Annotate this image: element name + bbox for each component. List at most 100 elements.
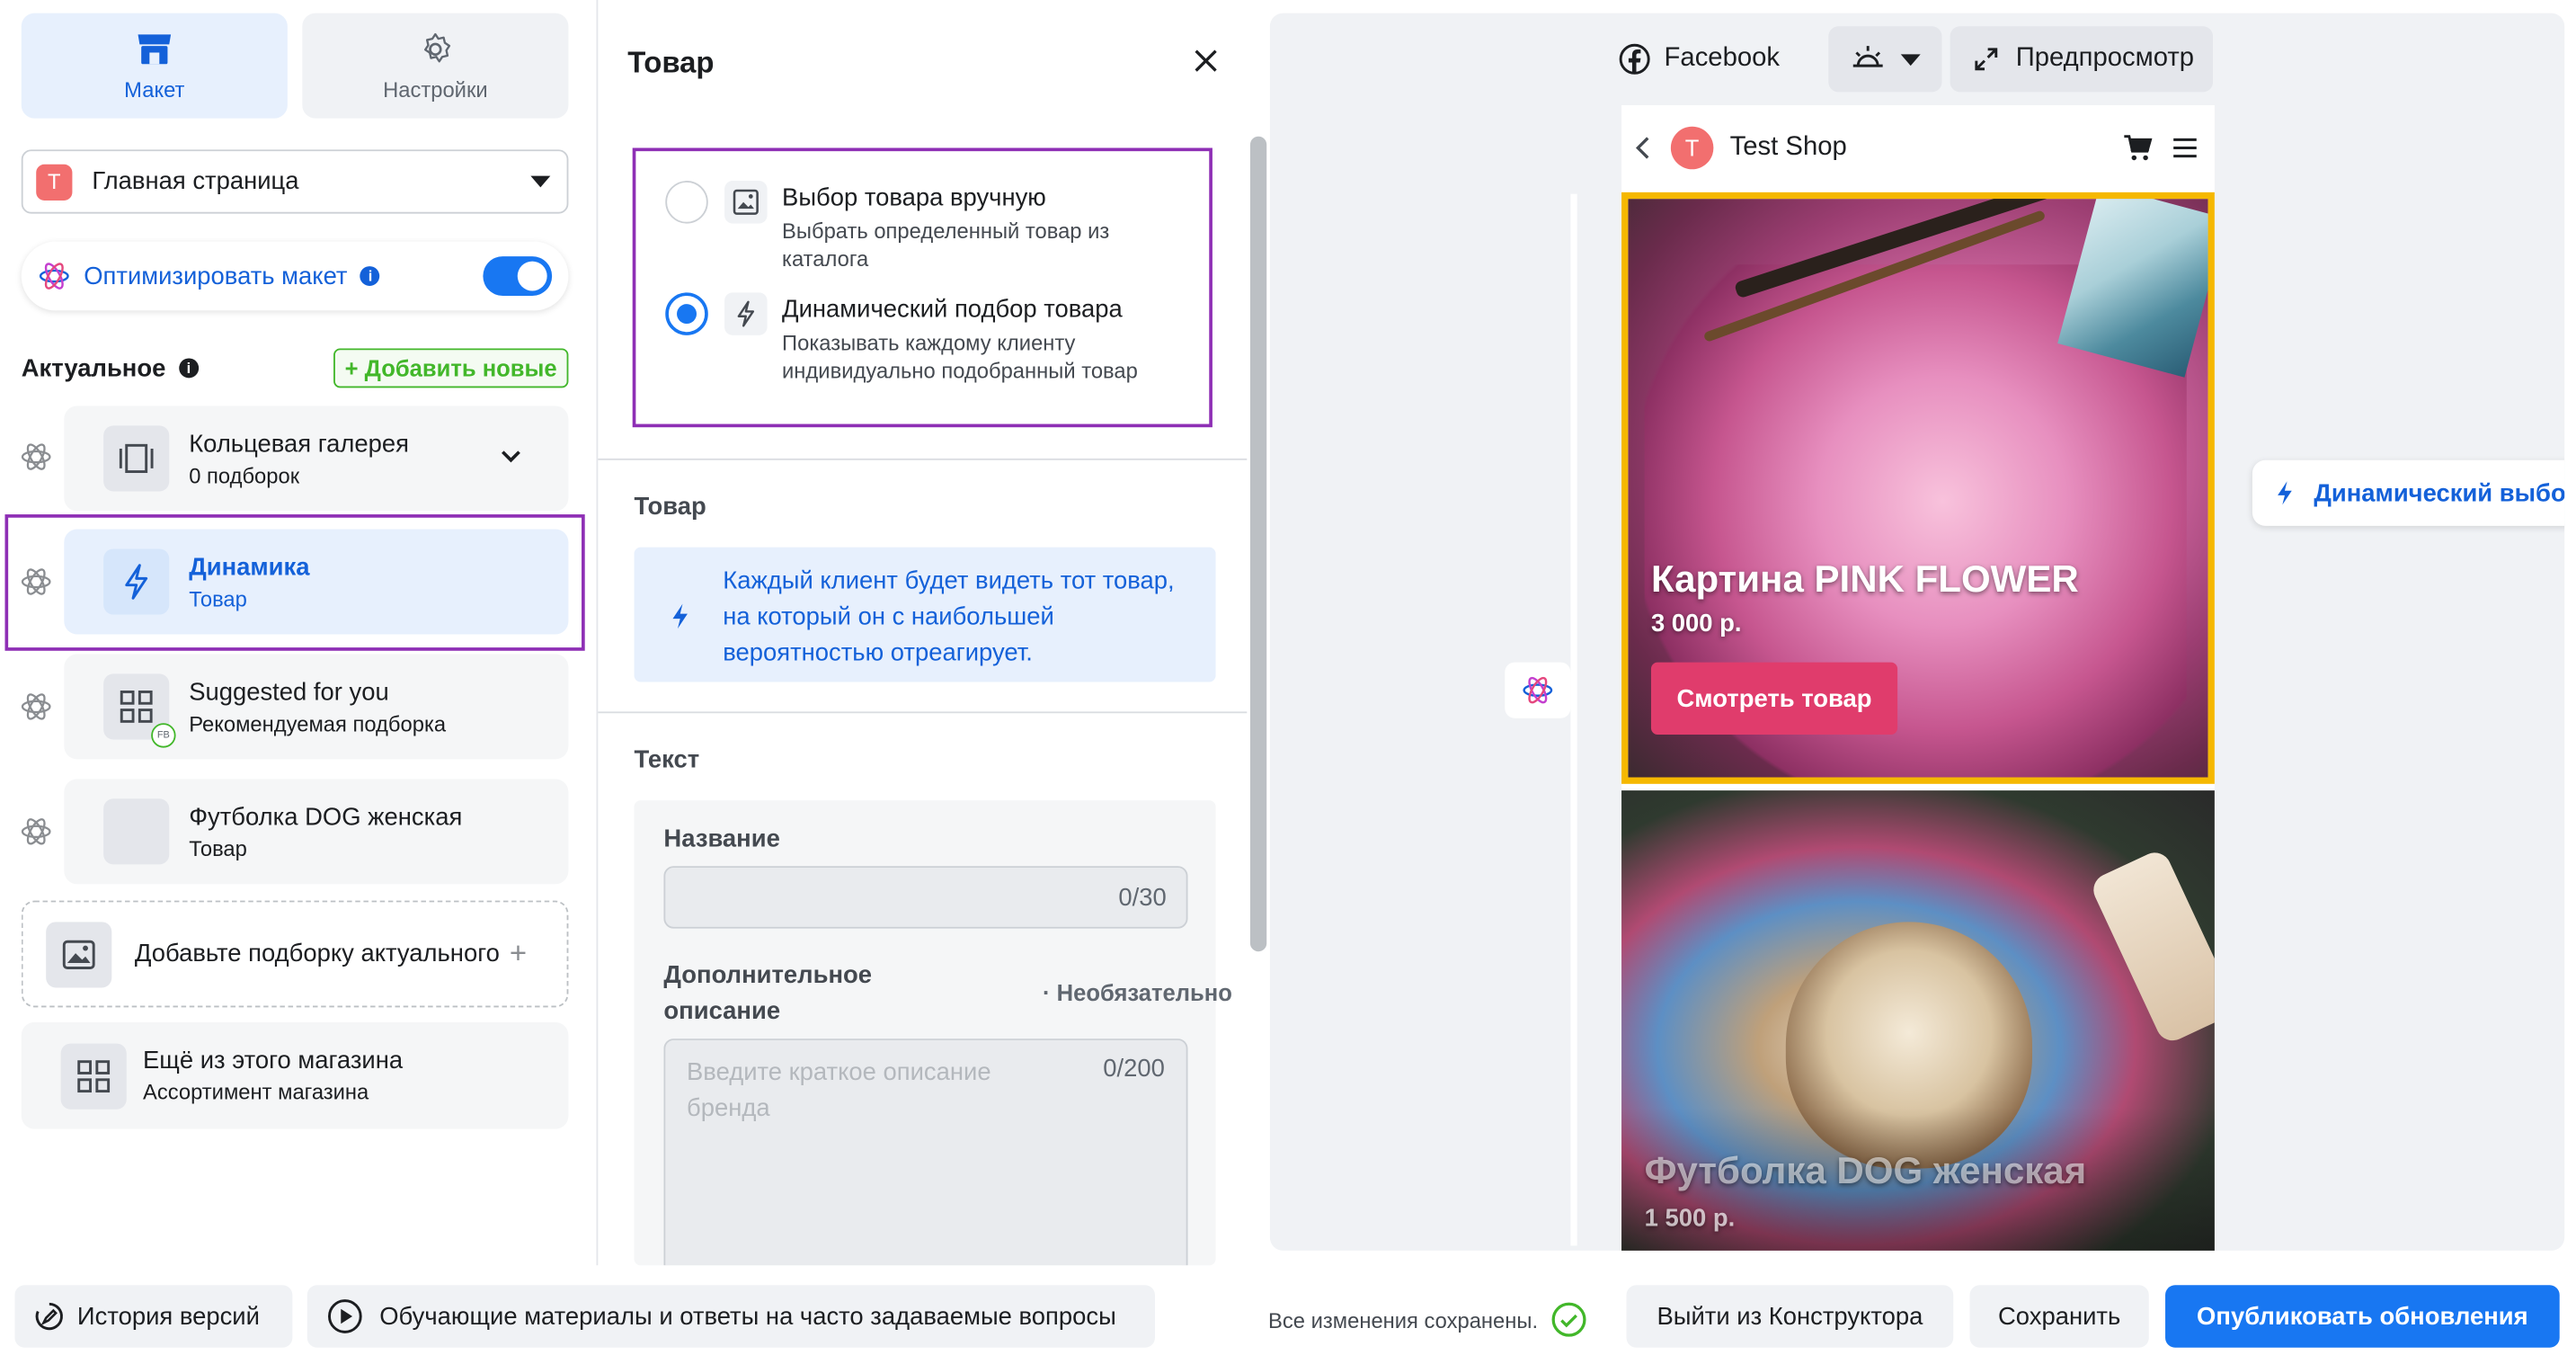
preview-label: Предпросмотр: [2015, 44, 2195, 73]
lightning-icon: [672, 603, 688, 629]
tab-settings[interactable]: Настройки: [302, 13, 569, 119]
description-counter: 0/200: [1103, 1055, 1165, 1083]
product-card-title: Картина PINK FLOWER: [1650, 557, 2079, 601]
save-status: Все изменения сохранены.: [1268, 1302, 1587, 1338]
atom-icon: [39, 263, 69, 290]
phone-preview: T Test Shop Картина PINK FLOWER 3 000 р.…: [1621, 104, 2215, 1251]
info-icon[interactable]: i: [179, 358, 199, 379]
list-item-subtitle: Ассортимент магазина: [143, 1079, 369, 1105]
description-field-label: Дополнительное описание: [663, 961, 873, 1026]
optimize-layout-label: Оптимизировать макет: [84, 262, 348, 290]
save-button[interactable]: Сохранить: [1969, 1285, 2149, 1348]
close-icon[interactable]: [1193, 48, 1219, 74]
preview-button[interactable]: Предпросмотр: [1950, 26, 2214, 93]
list-item-product[interactable]: Футболка DOG женская Товар: [64, 779, 569, 885]
atom-icon[interactable]: [20, 566, 53, 599]
grid-icon: FB: [103, 673, 176, 748]
dynamic-selection-label: Динамический выбор: [2252, 459, 2565, 526]
featured-section-header: Актуальное i + Добавить новые: [22, 348, 569, 388]
product-card[interactable]: Футболка DOG женская 1 500 р.: [1621, 790, 2215, 1251]
atom-icon: [1523, 676, 1553, 704]
version-history-button[interactable]: История версий: [14, 1285, 293, 1348]
product-card-price: 1 500 р.: [1644, 1204, 1736, 1233]
list-item-more-from-shop[interactable]: Ещё из этого магазина Ассортимент магази…: [21, 1021, 569, 1129]
lightning-icon: [724, 292, 768, 335]
shop-icon: [138, 33, 172, 64]
grid-icon: [60, 1042, 127, 1109]
tab-layout-label: Макет: [124, 76, 185, 102]
list-item-subtitle: Рекомендуемая подборка: [189, 710, 447, 735]
atom-icon[interactable]: [20, 691, 53, 724]
plus-icon: +: [509, 936, 528, 970]
chevron-down-icon: [530, 175, 551, 188]
divider: [598, 458, 1248, 460]
back-arrow-icon[interactable]: [1635, 135, 1651, 161]
theme-mode-selector[interactable]: [1828, 26, 1942, 93]
tutorials-label: Обучающие материалы и ответы на часто за…: [379, 1302, 1116, 1331]
list-item-title: Suggested for you: [189, 677, 389, 706]
text-fields-section: Название 0/30 Дополнительное описание · …: [634, 800, 1232, 1266]
list-item-subtitle: Товар: [189, 835, 247, 860]
product-card-price: 3 000 р.: [1650, 610, 1742, 638]
gear-icon: [423, 31, 451, 62]
product-choice-group: Выбор товара вручную Выбрать определенны…: [632, 147, 1212, 428]
atom-icon[interactable]: [20, 441, 53, 474]
panel-title: Товар: [627, 46, 715, 79]
lightning-icon: [2278, 481, 2292, 505]
version-history-label: История версий: [76, 1302, 260, 1331]
info-icon[interactable]: i: [360, 266, 381, 287]
facebook-icon: [1619, 43, 1650, 75]
cart-icon[interactable]: [2123, 135, 2153, 161]
publish-button[interactable]: Опубликовать обновления: [2165, 1285, 2560, 1348]
tab-settings-label: Настройки: [383, 76, 488, 102]
add-collection-button[interactable]: Добавьте подборку актуального +: [21, 900, 569, 1008]
page-selector[interactable]: T Главная страница: [21, 149, 569, 214]
tab-layout[interactable]: Макет: [21, 13, 288, 119]
shop-header: T Test Shop: [1621, 105, 2215, 191]
product-card-title: Футболка DOG женская: [1644, 1148, 2087, 1192]
optimize-toggle[interactable]: [483, 256, 553, 296]
product-thumbnail: [103, 798, 170, 865]
dynamic-selection-text: Динамический выбор: [2314, 478, 2565, 507]
dynamic-notice-text: Каждый клиент будет видеть тот товар, на…: [723, 566, 1175, 668]
product-heading: Товар: [634, 493, 706, 522]
product-card-featured[interactable]: Картина PINK FLOWER 3 000 р. Смотреть то…: [1621, 192, 2215, 784]
platform-selector[interactable]: Facebook: [1618, 26, 1780, 92]
atom-icon[interactable]: [20, 816, 53, 849]
optimize-marker[interactable]: [1505, 662, 1571, 718]
product-settings-panel: Товар Выбор товара вручную Выбрать опред…: [596, 0, 1269, 1266]
tutorials-button[interactable]: Обучающие материалы и ответы на часто за…: [306, 1285, 1155, 1348]
name-field[interactable]: 0/30: [663, 866, 1188, 929]
list-item-title: Футболка DOG женская: [189, 802, 463, 831]
list-item-title: Кольцевая галерея: [189, 429, 409, 459]
menu-icon[interactable]: [2172, 137, 2198, 160]
play-icon: [328, 1299, 362, 1333]
list-item-dynamic[interactable]: Динамика Товар: [64, 529, 569, 635]
drag-guide-line: [1570, 193, 1577, 1246]
choice-manual[interactable]: Выбор товара вручную Выбрать определенны…: [665, 181, 1176, 272]
product-image-detail: [2088, 847, 2215, 1047]
view-product-button[interactable]: Смотреть товар: [1650, 662, 1898, 735]
description-field[interactable]: Введите краткое описание бренда 0/200: [663, 1039, 1188, 1266]
exit-builder-button[interactable]: Выйти из Конструктора: [1626, 1285, 1954, 1348]
radio-dynamic[interactable]: [665, 292, 708, 335]
chevron-down-icon[interactable]: [500, 449, 523, 465]
radio-manual[interactable]: [665, 181, 708, 224]
list-item-carousel[interactable]: Кольцевая галерея 0 подборок: [64, 406, 569, 512]
description-placeholder: Введите краткое описание бренда: [687, 1058, 991, 1123]
bottom-toolbar: История версий Обучающие материалы и отв…: [0, 1265, 2576, 1364]
list-item-title: Динамика: [189, 553, 310, 582]
name-field-label: Название: [663, 825, 780, 853]
optimize-layout-row: Оптимизировать макет i: [22, 242, 569, 311]
choice-title: Динамический подбор товара: [782, 295, 1123, 325]
list-item-suggested[interactable]: FB Suggested for you Рекомендуемая подбо…: [64, 654, 569, 760]
optional-label: · Необязательно: [1043, 979, 1232, 1006]
choice-title: Выбор товара вручную: [782, 183, 1046, 212]
choice-dynamic[interactable]: Динамический подбор товара Показывать ка…: [665, 292, 1176, 384]
panel-scrollbar[interactable]: [1249, 136, 1267, 952]
check-circle-icon: [1551, 1302, 1586, 1337]
add-new-button[interactable]: + Добавить новые: [333, 348, 569, 388]
page-badge: T: [36, 163, 73, 201]
fb-badge: FB: [151, 723, 176, 748]
divider: [598, 711, 1248, 714]
